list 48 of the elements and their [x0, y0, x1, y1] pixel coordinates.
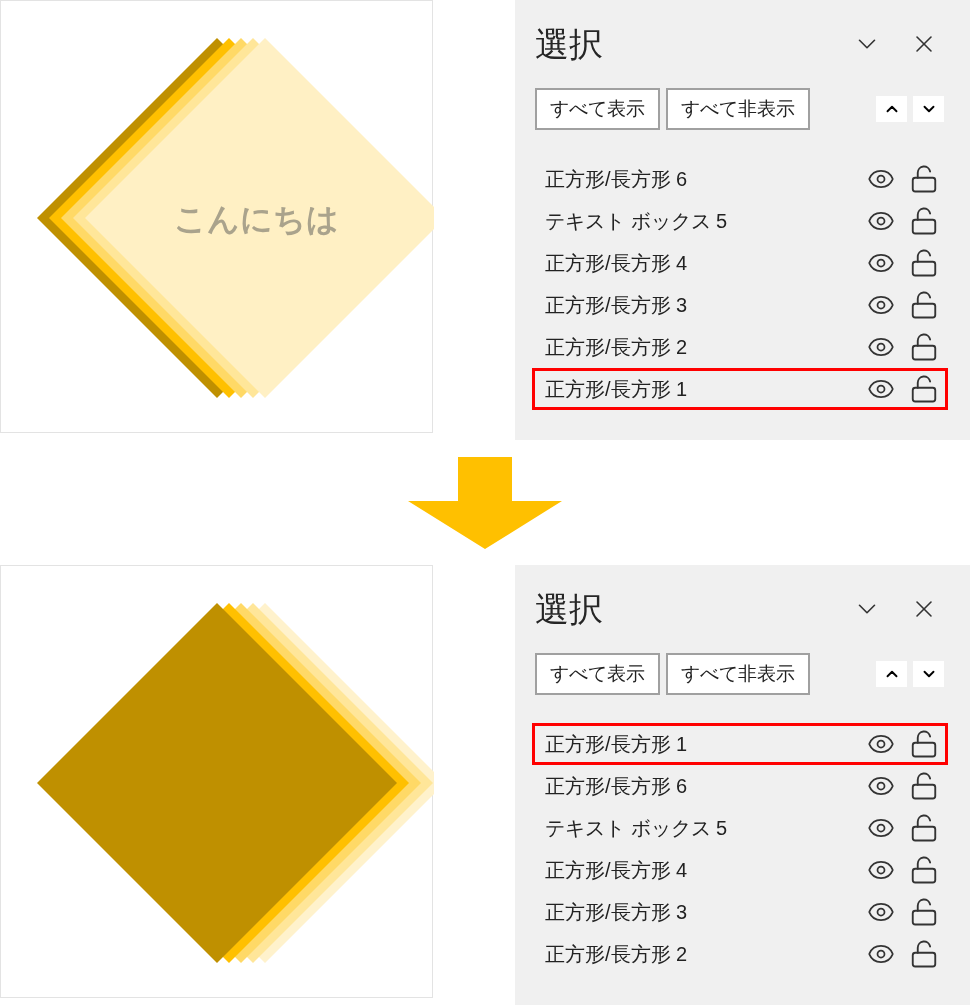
unlock-icon[interactable]	[909, 290, 939, 320]
object-list-item[interactable]: 正方形/長方形 6	[532, 158, 948, 200]
object-list-item[interactable]: 正方形/長方形 1	[532, 368, 948, 410]
object-list-item[interactable]: 正方形/長方形 2	[532, 933, 948, 975]
move-up-button[interactable]	[876, 96, 907, 122]
pane-button[interactable]: すべて非表示	[666, 88, 810, 130]
unlock-icon[interactable]	[909, 939, 939, 969]
unlock-icon[interactable]	[909, 164, 939, 194]
unlock-icon[interactable]	[909, 813, 939, 843]
object-name: 正方形/長方形 6	[545, 167, 688, 192]
unlock-icon[interactable]	[909, 374, 939, 404]
object-name: 正方形/長方形 2	[545, 335, 688, 360]
unlock-icon[interactable]	[909, 771, 939, 801]
down-arrow-icon	[408, 456, 562, 549]
unlock-icon[interactable]	[909, 332, 939, 362]
object-list-item[interactable]: テキスト ボックス 5	[532, 807, 948, 849]
object-name: 正方形/長方形 3	[545, 900, 688, 925]
object-name: テキスト ボックス 5	[545, 209, 728, 234]
shape-text: こんにちは	[173, 201, 339, 237]
object-list-item[interactable]: テキスト ボックス 5	[532, 200, 948, 242]
object-list-item[interactable]: 正方形/長方形 4	[532, 242, 948, 284]
pane-button[interactable]: すべて表示	[535, 88, 660, 130]
object-name: 正方形/長方形 1	[545, 377, 688, 402]
unlock-icon[interactable]	[909, 855, 939, 885]
object-name: 正方形/長方形 4	[545, 858, 688, 883]
move-down-button[interactable]	[913, 96, 944, 122]
object-list-item[interactable]: 正方形/長方形 6	[532, 765, 948, 807]
unlock-icon[interactable]	[909, 729, 939, 759]
object-list-item[interactable]: 正方形/長方形 3	[532, 284, 948, 326]
move-up-button[interactable]	[876, 661, 907, 687]
object-name: 正方形/長方形 1	[545, 732, 688, 757]
pane-button[interactable]: すべて表示	[535, 653, 660, 695]
object-name: テキスト ボックス 5	[545, 816, 728, 841]
object-name: 正方形/長方形 6	[545, 774, 688, 799]
object-name: 正方形/長方形 3	[545, 293, 688, 318]
object-list-item[interactable]: 正方形/長方形 2	[532, 326, 948, 368]
pane-button[interactable]: すべて非表示	[666, 653, 810, 695]
pane-title: 選択	[535, 592, 603, 626]
move-down-button[interactable]	[913, 661, 944, 687]
unlock-icon[interactable]	[909, 897, 939, 927]
object-list-item[interactable]: 正方形/長方形 1	[532, 723, 948, 765]
object-list-item[interactable]: 正方形/長方形 3	[532, 891, 948, 933]
object-list-item[interactable]: 正方形/長方形 4	[532, 849, 948, 891]
object-name: 正方形/長方形 4	[545, 251, 688, 276]
unlock-icon[interactable]	[909, 206, 939, 236]
pane-title: 選択	[535, 27, 603, 61]
object-name: 正方形/長方形 2	[545, 942, 688, 967]
unlock-icon[interactable]	[909, 248, 939, 278]
